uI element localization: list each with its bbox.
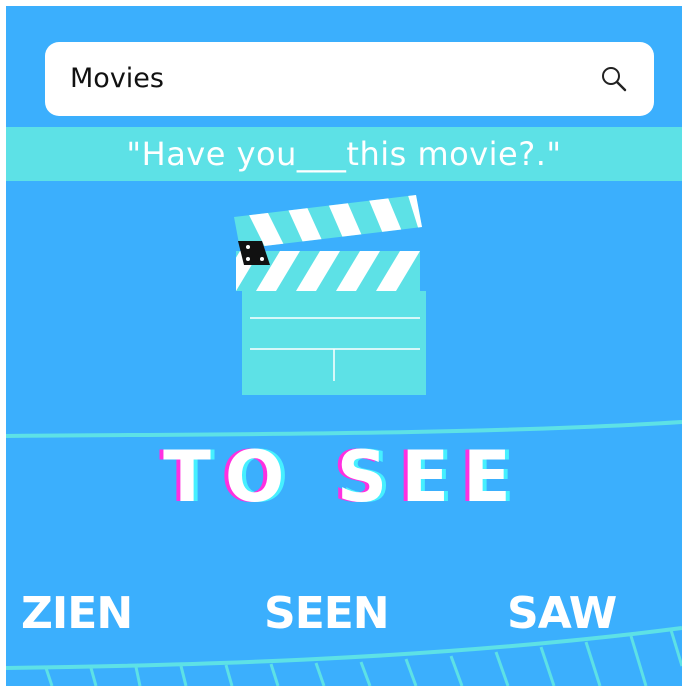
title-glitch-text: TO SEE xyxy=(163,436,525,518)
answer-option-zien[interactable]: ZIEN xyxy=(21,588,133,639)
search-bar[interactable]: Movies xyxy=(45,42,654,116)
search-query-text[interactable]: Movies xyxy=(70,42,164,116)
answer-option-saw[interactable]: SAW xyxy=(507,588,617,639)
quiz-card: Movies "Have you___this movie?." TO SEE … xyxy=(6,6,682,686)
clapperboard-icon xyxy=(234,195,426,395)
question-band: "Have you___this movie?." xyxy=(6,127,682,181)
search-icon[interactable] xyxy=(600,65,628,93)
answer-option-seen[interactable]: SEEN xyxy=(264,588,390,639)
question-text: "Have you___this movie?." xyxy=(126,135,562,173)
